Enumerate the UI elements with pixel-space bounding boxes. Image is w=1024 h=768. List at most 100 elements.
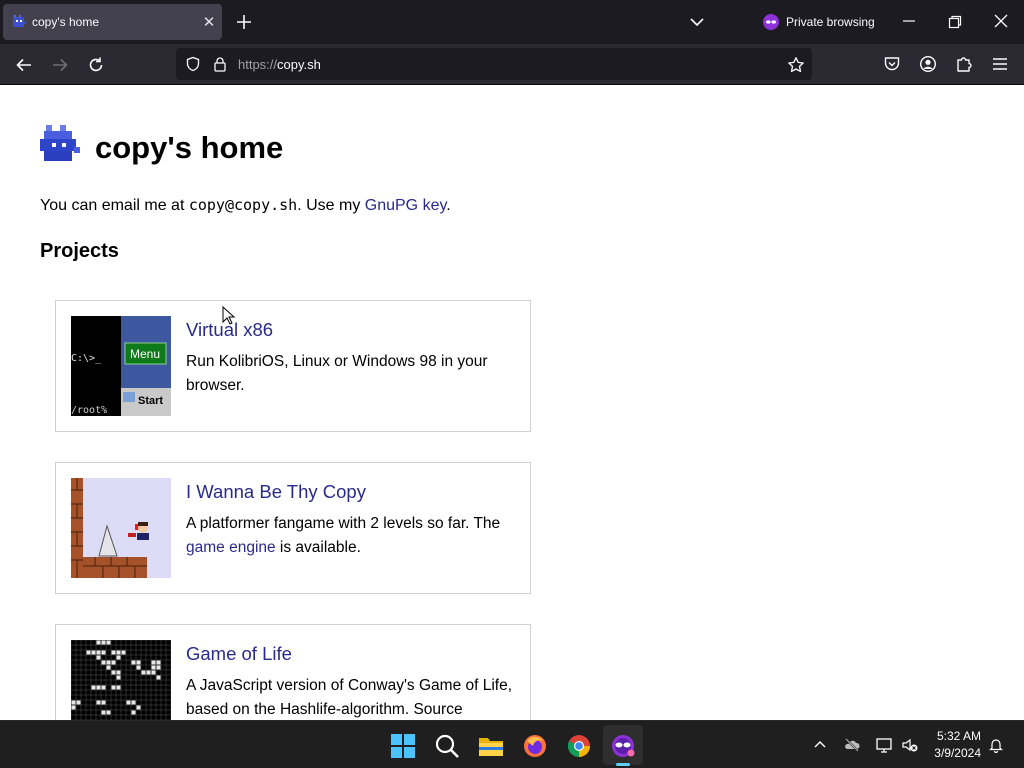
volume-muted-icon[interactable] [902,737,918,753]
restore-window-icon[interactable] [948,15,962,29]
live-cell [106,640,111,645]
game-of-life-grid-icon [71,640,171,720]
live-cell [116,670,121,675]
live-cell [91,650,96,655]
project-description: A platformer fangame with 2 levels so fa… [186,512,521,560]
notification-bell-icon[interactable] [988,737,1004,753]
virtual-x86-thumbnail[interactable]: C:\>_ Menu /root% Start [71,316,171,416]
live-cell [101,640,106,645]
live-cell [91,685,96,690]
reload-icon [89,57,103,72]
live-cell [76,700,81,705]
live-cell [101,685,106,690]
intro-after: . [446,197,451,214]
close-tab-icon[interactable]: ✕ [200,13,218,31]
live-cell [86,650,91,655]
forward-arrow-icon [53,58,68,72]
file-explorer-icon[interactable] [478,733,504,759]
project-title-game-of-life[interactable]: Game of Life [186,643,292,665]
live-cell [126,700,131,705]
tab-copys-home[interactable]: copy's home ✕ [3,4,222,40]
active-app-indicator [616,763,630,766]
address-bar[interactable]: https://copy.sh [176,48,812,80]
live-cell [131,660,136,665]
project-description: A JavaScript version of Conway's Game of… [186,677,513,718]
private-browsing-mask-icon [763,14,779,30]
i-wanna-be-thy-copy-thumbnail[interactable] [71,478,171,578]
thumb-menu-text: Menu [130,347,160,361]
live-cell [111,685,116,690]
extensions-puzzle-icon[interactable] [955,55,973,73]
minimize-window-icon[interactable] [902,13,916,29]
pocket-icon[interactable] [883,55,901,73]
live-cell [116,675,121,680]
live-cell [151,670,156,675]
live-cell [96,650,101,655]
live-cell [156,665,161,670]
project-card-game-of-life: Game of Life A JavaScript version of Con… [55,624,531,720]
reload-button[interactable] [86,55,106,75]
live-cell [116,685,121,690]
firefox-icon[interactable] [522,733,548,759]
lock-icon[interactable] [212,56,228,72]
live-cell [141,670,146,675]
live-cell [111,660,116,665]
browser-navigation-bar: https://copy.sh [0,44,1024,85]
live-cell [136,705,141,710]
live-cell [156,660,161,665]
clock-date[interactable]: 3/9/2024 [931,746,981,760]
new-tab-icon[interactable] [234,12,254,32]
search-icon[interactable] [434,733,460,759]
live-cell [156,675,161,680]
live-cell [146,670,151,675]
clock-time[interactable]: 5:32 AM [931,729,981,743]
network-icon[interactable] [876,737,892,753]
project-title-i-wanna-be-thy-copy[interactable]: I Wanna Be Thy Copy [186,481,366,503]
list-all-tabs-icon[interactable] [688,13,706,31]
live-cell [111,650,116,655]
onedrive-offline-icon[interactable] [844,737,860,753]
thumb-prompt-text: C:\>_ [71,353,102,364]
tracking-protection-shield-icon[interactable] [185,56,201,72]
account-icon[interactable] [919,55,937,73]
live-cell [136,665,141,670]
live-cell [96,655,101,660]
live-cell [101,710,106,715]
thumb-root-text: /root% [71,405,107,416]
windows-start-icon[interactable] [390,733,416,759]
chrome-icon[interactable] [566,733,592,759]
live-cell [111,670,116,675]
hamburger-menu-icon[interactable] [991,55,1009,73]
close-window-icon[interactable] [994,14,1008,28]
live-cell [101,700,106,705]
intro-text: You can email me at copy@copy.sh. Use my… [40,196,451,215]
projects-heading: Projects [40,240,119,262]
live-cell [101,650,106,655]
bookmark-star-icon[interactable] [787,56,805,74]
description-text: is available. [275,539,361,556]
forward-button[interactable] [50,55,70,75]
url-text[interactable]: https://copy.sh [238,57,321,72]
intro-before: You can email me at [40,197,189,214]
live-cell [136,660,141,665]
game-of-life-thumbnail[interactable] [71,640,171,720]
virtual-x86-screenshot-icon: C:\>_ Menu /root% Start [71,316,171,416]
firefox-private-browsing-icon[interactable] [610,733,636,759]
live-cell [101,660,106,665]
thumb-start-text: Start [138,395,163,407]
gnupg-key-link[interactable]: GnuPG key [365,197,447,214]
url-host: copy.sh [277,57,321,72]
project-card-i-wanna-be-thy-copy: I Wanna Be Thy Copy A platformer fangame… [55,462,531,594]
live-cell [116,650,121,655]
live-cell [106,710,111,715]
url-protocol: https:// [238,57,278,72]
project-description: Run KolibriOS, Linux or Windows 98 in yo… [186,353,488,394]
site-favicon-icon [13,15,26,27]
browser-tab-bar: copy's home ✕ Private browsing [0,0,1024,44]
chevron-up-icon[interactable] [812,737,828,753]
back-button[interactable] [14,55,34,75]
live-cell [71,700,76,705]
live-cell [106,660,111,665]
live-cell [71,705,76,710]
game-engine-link[interactable]: game engine [186,539,276,556]
